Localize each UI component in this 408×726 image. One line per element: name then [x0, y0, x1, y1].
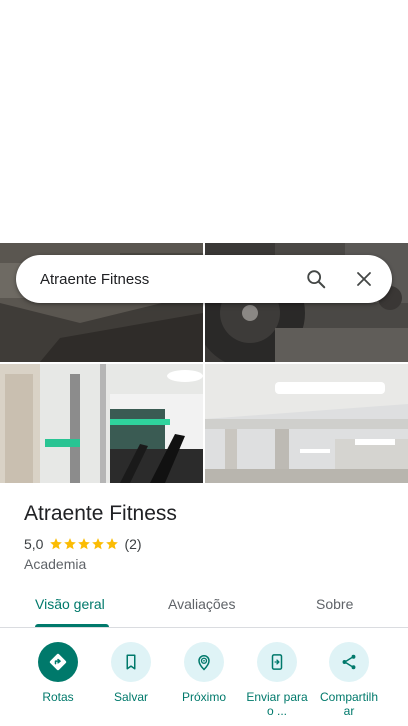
save-button-circle[interactable]	[111, 642, 151, 682]
star-icon	[92, 538, 105, 550]
map-area	[0, 0, 408, 243]
search-bar[interactable]: Atraente Fitness	[16, 255, 392, 303]
save-label: Salvar	[113, 690, 148, 704]
send-to-phone-label: Enviar para o ...	[246, 690, 308, 718]
send-to-phone-icon	[271, 654, 283, 670]
nearby-icon	[198, 655, 210, 671]
save-button[interactable]: Salvar	[91, 642, 171, 704]
tab-bar: Visão geral Avaliações Sobre	[0, 586, 408, 628]
send-to-phone-button[interactable]: Enviar para o ...	[237, 642, 317, 718]
place-photo[interactable]	[0, 364, 203, 483]
rating-row[interactable]: 5,0 (2)	[24, 536, 142, 552]
search-input[interactable]: Atraente Fitness	[16, 271, 296, 288]
close-icon[interactable]	[344, 259, 384, 299]
star-icon	[78, 538, 91, 550]
directions-button-circle[interactable]	[38, 642, 78, 682]
search-icon[interactable]	[296, 259, 336, 299]
directions-icon	[49, 653, 67, 671]
rating-stars	[49, 537, 119, 551]
send-to-phone-button-circle[interactable]	[257, 642, 297, 682]
star-icon	[106, 538, 119, 550]
rating-value: 5,0	[24, 536, 44, 552]
bookmark-icon	[126, 654, 136, 670]
star-icon	[50, 538, 63, 550]
directions-label: Rotas	[42, 690, 74, 704]
star-icon	[64, 538, 77, 550]
action-bar: Rotas Salvar Próximo Enviar para o ... C…	[0, 642, 408, 726]
share-button-circle[interactable]	[329, 642, 369, 682]
place-category: Academia	[24, 556, 87, 572]
tab-reviews[interactable]: Avaliações	[168, 596, 235, 612]
review-count: (2)	[124, 536, 142, 552]
tab-about[interactable]: Sobre	[316, 596, 353, 612]
tab-indicator	[35, 624, 109, 627]
share-icon	[342, 654, 356, 670]
place-title: Atraente Fitness	[24, 502, 177, 525]
share-button[interactable]: Compartilhar	[309, 642, 389, 718]
nearby-button-circle[interactable]	[184, 642, 224, 682]
tab-overview[interactable]: Visão geral	[35, 596, 105, 612]
directions-button[interactable]: Rotas	[18, 642, 98, 704]
nearby-button[interactable]: Próximo	[164, 642, 244, 704]
nearby-label: Próximo	[181, 690, 226, 704]
place-photo[interactable]	[205, 364, 408, 483]
share-label: Compartilhar	[319, 690, 379, 718]
